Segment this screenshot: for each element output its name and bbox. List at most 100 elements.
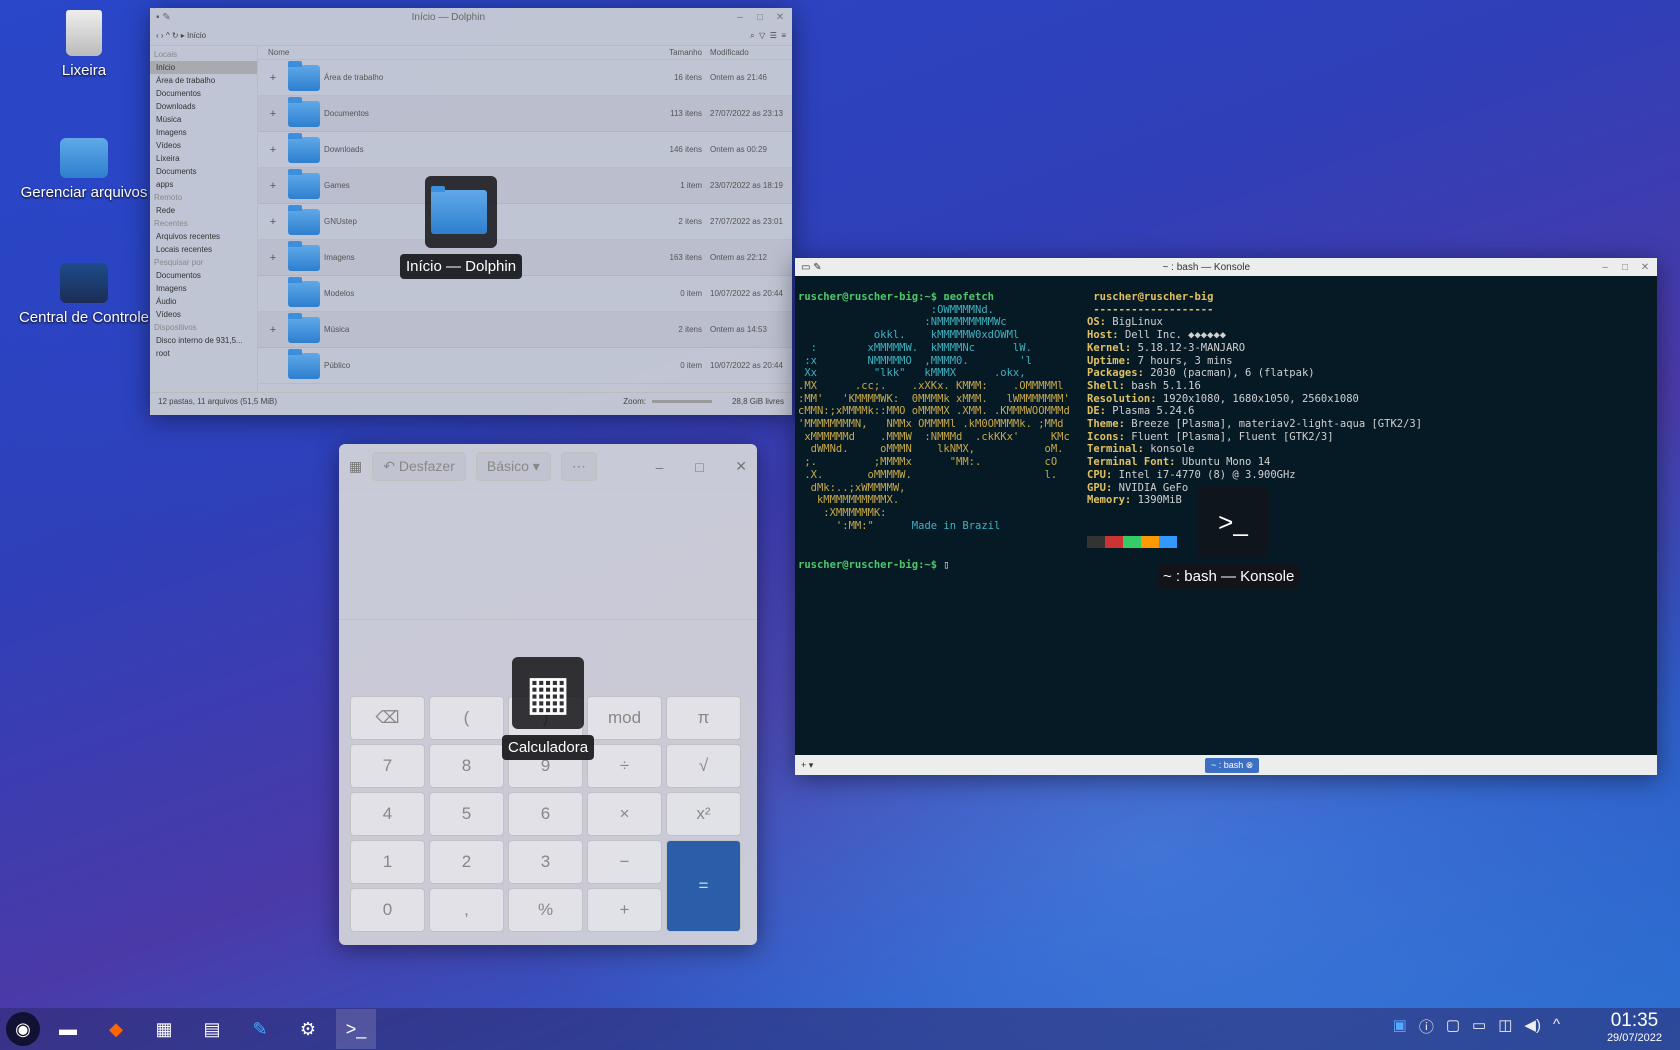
calc-key[interactable]: ⌫ bbox=[350, 696, 425, 740]
expand-icon[interactable]: + bbox=[258, 324, 288, 336]
sidebar-item[interactable]: Vídeos bbox=[150, 308, 257, 321]
switcher-dolphin[interactable]: Início — Dolphin bbox=[400, 176, 523, 279]
sidebar-item[interactable]: Lixeira bbox=[150, 152, 257, 165]
expand-icon[interactable]: + bbox=[258, 180, 288, 192]
sidebar-item[interactable]: Música bbox=[150, 113, 257, 126]
sidebar-item[interactable]: Documents bbox=[150, 165, 257, 178]
calc-key[interactable]: 5 bbox=[429, 792, 504, 836]
table-row[interactable]: Modelos 0 item 10/07/2022 as 20:44 bbox=[258, 276, 792, 312]
sidebar-item[interactable]: Início bbox=[150, 61, 257, 74]
calc-key[interactable]: , bbox=[429, 888, 504, 932]
close-button[interactable]: ✕ bbox=[735, 458, 747, 475]
task-dolphin-icon[interactable]: ▬ bbox=[48, 1009, 88, 1049]
dolphin-titlebar[interactable]: ▪ ✎ Início — Dolphin – □ ✕ bbox=[150, 8, 792, 26]
calc-key[interactable]: − bbox=[587, 840, 662, 884]
sidebar-item[interactable]: Disco interno de 931,5... bbox=[150, 334, 257, 347]
sidebar-item[interactable]: Rede bbox=[150, 204, 257, 217]
calc-key[interactable]: 2 bbox=[429, 840, 504, 884]
sidebar-item[interactable]: apps bbox=[150, 178, 257, 191]
sidebar-item[interactable]: Imagens bbox=[150, 126, 257, 139]
sidebar-item[interactable]: root bbox=[150, 347, 257, 360]
mode-selector[interactable]: Básico ▾ bbox=[475, 452, 551, 481]
sidebar-item[interactable]: Áudio bbox=[150, 295, 257, 308]
konsole-titlebar[interactable]: ▭ ✎ ~ : bash — Konsole – □ ✕ bbox=[795, 258, 1657, 276]
menu-button[interactable]: ⋯ bbox=[560, 452, 597, 481]
sidebar-item[interactable]: Imagens bbox=[150, 282, 257, 295]
up-icon[interactable]: ^ bbox=[166, 31, 170, 40]
expand-icon[interactable]: + bbox=[258, 252, 288, 264]
table-row[interactable]: + Downloads 146 itens Ontem as 00:29 bbox=[258, 132, 792, 168]
column-size[interactable]: Tamanho bbox=[652, 48, 702, 57]
task-konsole-icon[interactable]: >_ bbox=[336, 1009, 376, 1049]
display-icon[interactable]: ▭ bbox=[1472, 1016, 1486, 1037]
calc-key[interactable]: × bbox=[587, 792, 662, 836]
task-brave-icon[interactable]: ◆ bbox=[96, 1009, 136, 1049]
sidebar-item[interactable]: Arquivos recentes bbox=[150, 230, 257, 243]
application-launcher-icon[interactable]: ◉ bbox=[6, 1012, 40, 1046]
desktop-icon-trash[interactable]: Lixeira bbox=[9, 10, 159, 79]
volume-icon[interactable]: ◀) bbox=[1524, 1016, 1541, 1037]
task-calculator-icon[interactable]: ▦ bbox=[144, 1009, 184, 1049]
calc-key[interactable]: 4 bbox=[350, 792, 425, 836]
switcher-konsole[interactable]: >_ ~ : bash — Konsole bbox=[1157, 486, 1301, 589]
calc-key[interactable]: 6 bbox=[508, 792, 583, 836]
info-icon[interactable]: ⓘ bbox=[1419, 1016, 1434, 1037]
tab-bash[interactable]: ~ : bash ⊗ bbox=[1204, 757, 1260, 773]
close-button[interactable]: ✕ bbox=[774, 12, 786, 23]
expand-icon[interactable]: + bbox=[258, 216, 288, 228]
expand-icon[interactable]: + bbox=[258, 108, 288, 120]
clock[interactable]: 01:35 29/07/2022 bbox=[1607, 1010, 1662, 1044]
view-list-icon[interactable]: ☰ bbox=[770, 31, 777, 40]
table-row[interactable]: + Música 2 itens Ontem as 14:53 bbox=[258, 312, 792, 348]
calc-key[interactable]: mod bbox=[587, 696, 662, 740]
undo-button[interactable]: ↶ Desfazer bbox=[372, 452, 466, 481]
maximize-button[interactable]: □ bbox=[754, 12, 766, 23]
calc-key[interactable]: + bbox=[587, 888, 662, 932]
sidebar-item[interactable]: Documentos bbox=[150, 87, 257, 100]
calc-key[interactable]: 7 bbox=[350, 744, 425, 788]
sidebar-item[interactable]: Downloads bbox=[150, 100, 257, 113]
calc-key[interactable]: 1 bbox=[350, 840, 425, 884]
calc-key[interactable]: √ bbox=[666, 744, 741, 788]
minimize-button[interactable]: – bbox=[656, 459, 664, 475]
sidebar-item[interactable]: Área de trabalho bbox=[150, 74, 257, 87]
desktop-icon-file-manager[interactable]: Gerenciar arquivos bbox=[9, 138, 159, 201]
maximize-button[interactable]: □ bbox=[1619, 262, 1631, 273]
calc-key[interactable]: 8 bbox=[429, 744, 504, 788]
filter-icon[interactable]: ▽ bbox=[759, 31, 765, 40]
pin-icon[interactable]: ▪ ✎ bbox=[156, 12, 171, 23]
minimize-button[interactable]: – bbox=[734, 12, 746, 23]
sidebar-item[interactable]: Documentos bbox=[150, 269, 257, 282]
calc-key[interactable]: ( bbox=[429, 696, 504, 740]
expand-icon[interactable]: + bbox=[258, 72, 288, 84]
calc-key[interactable]: ÷ bbox=[587, 744, 662, 788]
sidebar-item[interactable]: Locais recentes bbox=[150, 243, 257, 256]
calc-key[interactable]: 3 bbox=[508, 840, 583, 884]
minimize-button[interactable]: – bbox=[1599, 262, 1611, 273]
column-modified[interactable]: Modificado bbox=[702, 48, 792, 57]
breadcrumb[interactable]: ▸ Início bbox=[181, 31, 206, 40]
switcher-calculator[interactable]: ▦ Calculadora bbox=[502, 657, 595, 760]
calc-key[interactable]: = bbox=[666, 840, 741, 932]
virtual-desktops-icon[interactable]: ▣ bbox=[1393, 1016, 1407, 1037]
table-row[interactable]: + Documentos 113 itens 27/07/2022 as 23:13 bbox=[258, 96, 792, 132]
reload-icon[interactable]: ↻ bbox=[172, 31, 179, 40]
menu-icon[interactable]: ≡ bbox=[781, 31, 786, 40]
table-row[interactable]: + Imagens 163 itens Ontem as 22:12 bbox=[258, 240, 792, 276]
calc-key[interactable]: 0 bbox=[350, 888, 425, 932]
expand-tray-icon[interactable]: ^ bbox=[1553, 1016, 1560, 1037]
close-button[interactable]: ✕ bbox=[1639, 262, 1651, 273]
table-row[interactable]: + GNUstep 2 itens 27/07/2022 as 23:01 bbox=[258, 204, 792, 240]
forward-icon[interactable]: › bbox=[161, 31, 164, 40]
task-editor-icon[interactable]: ✎ bbox=[240, 1009, 280, 1049]
desktop-icon-control-center[interactable]: Central de Controle bbox=[9, 263, 159, 326]
search-icon[interactable]: ⌕ bbox=[750, 31, 754, 41]
table-row[interactable]: + Área de trabalho 16 itens Ontem as 21:46 bbox=[258, 60, 792, 96]
calc-key[interactable]: x² bbox=[666, 792, 741, 836]
task-document-icon[interactable]: ▤ bbox=[192, 1009, 232, 1049]
back-icon[interactable]: ‹ bbox=[156, 31, 159, 40]
calculator-display[interactable] bbox=[339, 490, 757, 620]
network-icon[interactable]: ◫ bbox=[1498, 1016, 1512, 1037]
table-row[interactable]: Público 0 item 10/07/2022 as 20:44 bbox=[258, 348, 792, 384]
calc-key[interactable]: π bbox=[666, 696, 741, 740]
